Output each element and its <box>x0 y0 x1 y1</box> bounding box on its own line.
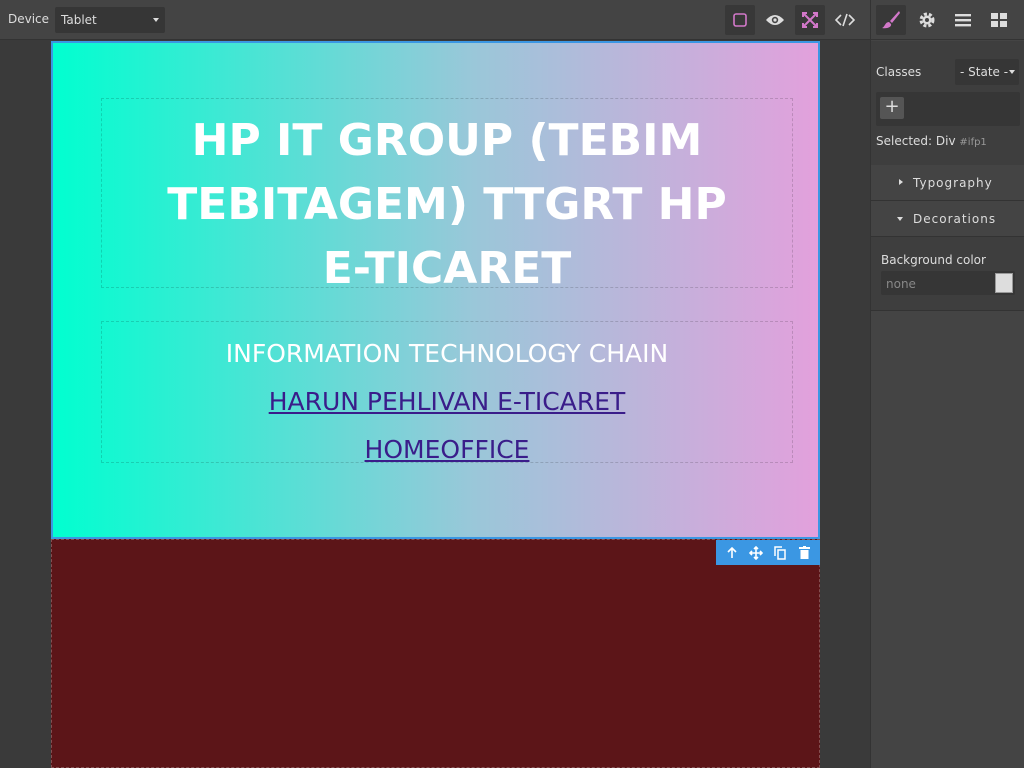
background-color-label: Background color <box>881 253 986 267</box>
state-select[interactable]: - State - <box>955 59 1019 85</box>
background-color-input[interactable]: none <box>886 277 916 291</box>
hero-text-box[interactable]: INFORMATION TECHNOLOGY CHAIN HARUN PEHLI… <box>101 321 793 464</box>
hero-link-homeoffice[interactable]: HOMEOFFICE <box>102 426 792 474</box>
selected-label: Selected: <box>876 134 933 148</box>
preview-button[interactable] <box>760 5 790 35</box>
hero-subtitle[interactable]: INFORMATION TECHNOLOGY CHAIN <box>102 330 792 378</box>
code-view-button[interactable] <box>830 5 860 35</box>
editor-app: Device Tablet HP IT GROUP (TEBIM TEBITAG… <box>0 0 1024 768</box>
brush-icon <box>882 11 900 29</box>
style-manager-button[interactable] <box>876 5 906 35</box>
trait-manager-button[interactable] <box>912 5 942 35</box>
code-icon <box>835 13 855 27</box>
sector-title-typography: Typography <box>913 176 993 190</box>
decorations-body: Background color none <box>871 237 1024 311</box>
top-bar: Device Tablet <box>0 0 870 40</box>
add-class-button[interactable]: + <box>880 97 904 119</box>
hero-title-box[interactable]: HP IT GROUP (TEBIM TEBITAGEM) TTGRT HP E… <box>101 98 793 294</box>
view-components-button[interactable] <box>725 5 755 35</box>
move-button[interactable] <box>747 544 765 562</box>
background-color-field[interactable]: none <box>881 271 1015 295</box>
chevron-down-icon <box>153 18 159 22</box>
trash-icon <box>798 546 810 559</box>
lower-section[interactable] <box>51 539 820 768</box>
chevron-down-icon <box>1009 70 1015 74</box>
device-select[interactable]: Tablet <box>55 7 165 33</box>
fullscreen-button[interactable] <box>795 5 825 35</box>
delete-button[interactable] <box>795 544 813 562</box>
gear-icon <box>919 12 935 28</box>
eye-icon <box>766 15 784 25</box>
copy-icon <box>774 545 786 560</box>
fullscreen-icon <box>802 12 818 28</box>
class-tags-box: + <box>876 92 1020 126</box>
clone-button[interactable] <box>771 544 789 562</box>
selected-id: #ifp1 <box>959 137 987 148</box>
arrow-up-icon <box>727 546 737 558</box>
select-parent-button[interactable] <box>723 544 741 562</box>
hero-text[interactable]: INFORMATION TECHNOLOGY CHAIN HARUN PEHLI… <box>102 330 792 474</box>
move-icon <box>749 545 763 560</box>
sector-decorations[interactable]: Decorations <box>871 201 1024 237</box>
caret-down-icon <box>897 217 903 221</box>
component-toolbar <box>716 540 820 565</box>
hero-section[interactable]: HP IT GROUP (TEBIM TEBITAGEM) TTGRT HP E… <box>51 41 820 539</box>
menu-icon <box>955 14 971 27</box>
hero-link-eticaret[interactable]: HARUN PEHLIVAN E-TICARET <box>102 378 792 426</box>
blocks-button[interactable] <box>984 5 1014 35</box>
sector-title-decorations: Decorations <box>913 212 997 226</box>
canvas: HP IT GROUP (TEBIM TEBITAGEM) TTGRT HP E… <box>0 41 870 768</box>
selected-value: Div <box>935 134 956 148</box>
color-swatch[interactable] <box>995 273 1013 293</box>
hero-title[interactable]: HP IT GROUP (TEBIM TEBITAGEM) TTGRT HP E… <box>102 109 792 301</box>
layer-manager-button[interactable] <box>948 5 978 35</box>
classes-section: Classes - State - + Selected: Div #ifp1 <box>871 41 1024 165</box>
canvas-frame: HP IT GROUP (TEBIM TEBITAGEM) TTGRT HP E… <box>51 41 820 768</box>
right-panel: Classes - State - + Selected: Div #ifp1 … <box>870 0 1024 768</box>
device-select-value: Tablet <box>61 13 97 27</box>
state-select-value: - State - <box>960 65 1009 79</box>
panel-tabs <box>871 0 1024 40</box>
square-outline-icon <box>733 13 747 27</box>
blocks-icon <box>991 13 1007 27</box>
caret-right-icon <box>899 179 903 185</box>
sector-typography[interactable]: Typography <box>871 165 1024 201</box>
selected-info: Selected: Div #ifp1 <box>876 134 987 148</box>
classes-label: Classes <box>876 65 922 79</box>
device-label: Device <box>8 12 50 26</box>
